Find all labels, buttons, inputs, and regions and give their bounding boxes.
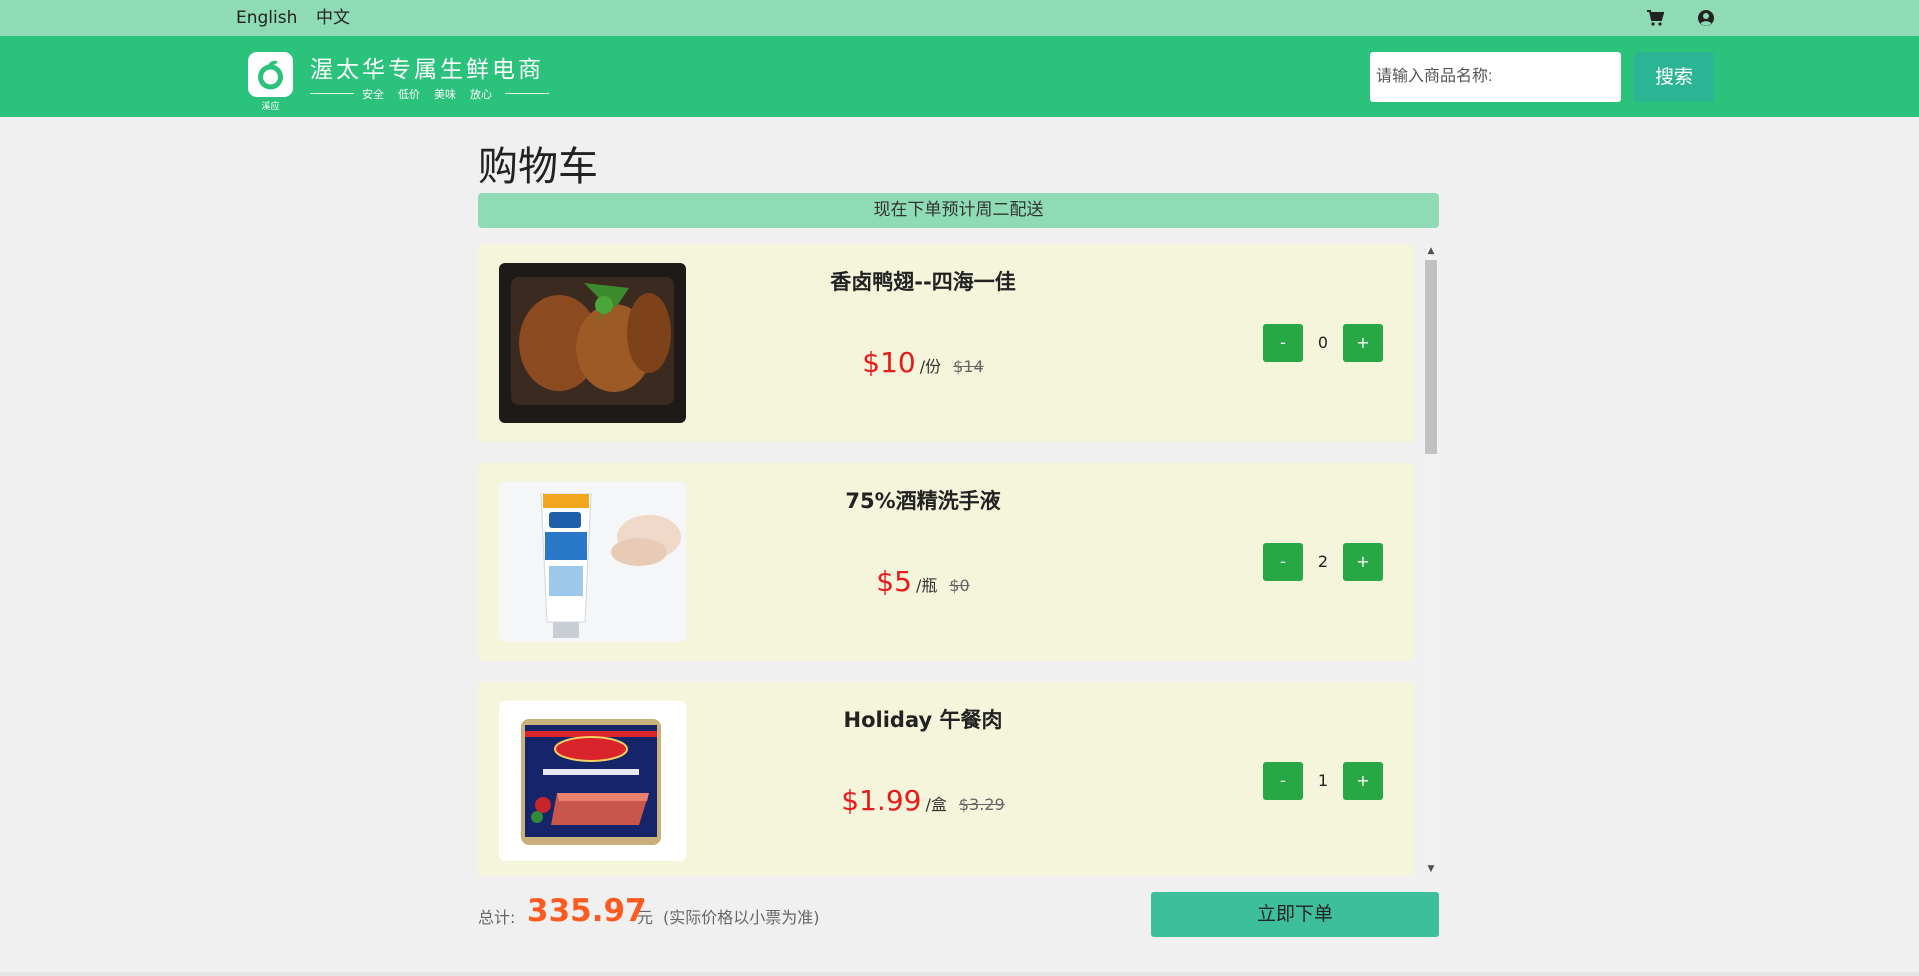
original-price: $0 [949, 576, 970, 595]
logo-icon[interactable] [248, 52, 293, 97]
product-price-row: $1.99/盒 $3.29 [698, 784, 1148, 817]
logo-caption: 溪应 [261, 102, 280, 112]
brand-tag: 放心 [470, 88, 492, 101]
user-circle-icon[interactable] [1697, 9, 1715, 27]
product-name: Holiday 午餐肉 [843, 708, 1003, 732]
brand-divider [505, 93, 549, 94]
price-note: (实际价格以小票为准) [663, 908, 820, 927]
main-header: 溪应 渥太华专属生鲜电商 安全 低价 美味 放心 搜索 [0, 36, 1919, 117]
bottom-strip [0, 972, 1919, 976]
product-price: $1.99 [841, 784, 922, 817]
page-title: 购物车 [478, 144, 598, 190]
cart-item: Holiday 午餐肉 $1.99/盒 $3.29 - 1 + [478, 682, 1414, 876]
cart-scrollbar[interactable]: ▲ ▼ [1424, 244, 1438, 876]
product-price-row: $10/份 $14 [698, 346, 1148, 379]
search-input[interactable] [1370, 52, 1621, 102]
total-currency: 元 [637, 908, 654, 927]
quantity-value: 2 [1317, 552, 1329, 571]
product-image [499, 701, 686, 861]
search-button[interactable]: 搜索 [1634, 52, 1714, 102]
top-bar: English 中文 [0, 0, 1919, 36]
quantity-value: 0 [1317, 333, 1329, 352]
brand-tag: 美味 [434, 88, 456, 101]
original-price: $14 [953, 357, 984, 376]
product-unit: /盒 [925, 795, 947, 814]
product-image [499, 263, 686, 423]
decrease-quantity-button[interactable]: - [1263, 543, 1303, 581]
product-unit: /瓶 [915, 576, 938, 595]
scroll-down-arrow-icon[interactable]: ▼ [1424, 862, 1438, 876]
language-chinese-link[interactable]: 中文 [316, 0, 350, 36]
total-amount: 335.97 [527, 893, 647, 929]
brand-tag: 低价 [398, 88, 420, 101]
scroll-up-arrow-icon[interactable]: ▲ [1424, 244, 1438, 258]
brand-tag: 安全 [362, 88, 384, 101]
brand-title: 渥太华专属生鲜电商 [310, 57, 544, 83]
brand-divider [310, 93, 354, 94]
increase-quantity-button[interactable]: + [1343, 543, 1383, 581]
place-order-button[interactable]: 立即下单 [1151, 892, 1439, 937]
cart-item: 75%酒精洗手液 $5/瓶 $0 - 2 + [478, 463, 1414, 661]
increase-quantity-button[interactable]: + [1343, 762, 1383, 800]
product-name: 75%酒精洗手液 [845, 489, 1001, 513]
language-english-link[interactable]: English [236, 0, 297, 36]
quantity-stepper: - 1 + [1263, 762, 1383, 800]
quantity-value: 1 [1317, 771, 1329, 790]
cart-item: 香卤鸭翅--四海一佳 $10/份 $14 - 0 + [478, 244, 1414, 442]
product-price: $10 [862, 346, 916, 379]
product-name: 香卤鸭翅--四海一佳 [830, 270, 1016, 294]
increase-quantity-button[interactable]: + [1343, 324, 1383, 362]
product-price-row: $5/瓶 $0 [698, 565, 1148, 598]
product-price: $5 [876, 565, 912, 598]
quantity-stepper: - 0 + [1263, 324, 1383, 362]
original-price: $3.29 [958, 795, 1005, 814]
decrease-quantity-button[interactable]: - [1263, 324, 1303, 362]
delivery-notice: 现在下单预计周二配送 [478, 193, 1439, 228]
product-unit: /份 [919, 357, 942, 376]
cart-icon[interactable] [1646, 9, 1665, 27]
decrease-quantity-button[interactable]: - [1263, 762, 1303, 800]
product-image [499, 482, 686, 642]
scroll-thumb[interactable] [1425, 260, 1437, 454]
quantity-stepper: - 2 + [1263, 543, 1383, 581]
total-label: 总计: [478, 908, 516, 927]
cart-list: 香卤鸭翅--四海一佳 $10/份 $14 - 0 + 75%酒精洗手液 $5 /… [478, 244, 1439, 876]
